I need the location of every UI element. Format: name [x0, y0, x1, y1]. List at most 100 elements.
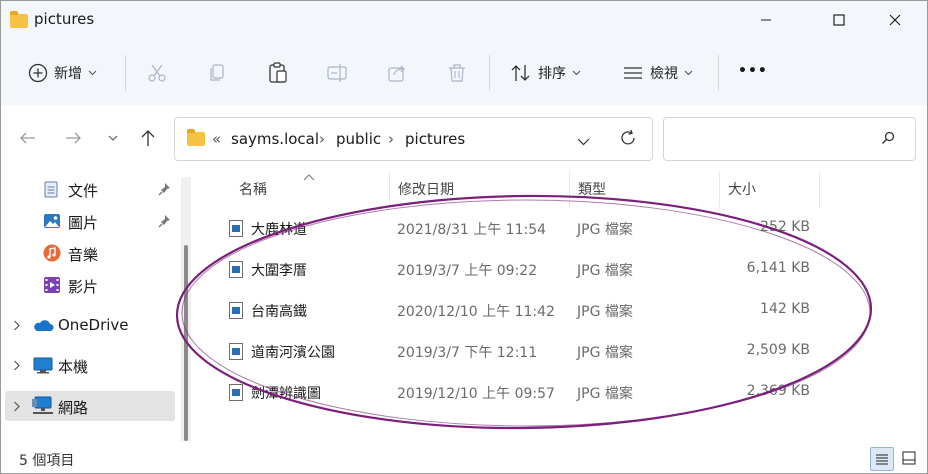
maximize-icon [833, 14, 845, 26]
sidebar-item-documents[interactable]: 文件 [31, 174, 181, 204]
maximize-button[interactable] [816, 1, 862, 39]
refresh-button[interactable] [619, 129, 637, 151]
back-arrow-icon [20, 132, 35, 144]
this-pc-icon [33, 357, 53, 374]
up-arrow-icon [141, 130, 155, 146]
breadcrumb-pictures[interactable]: pictures [405, 130, 465, 148]
rename-button[interactable] [327, 63, 349, 87]
column-header-modified[interactable]: 修改日期 [398, 179, 454, 199]
up-button[interactable] [136, 126, 160, 150]
sidebar-item-music[interactable]: 音樂 [31, 238, 181, 268]
column-header-size[interactable]: 大小 [728, 179, 756, 199]
tiles-view-button[interactable] [898, 447, 920, 469]
chevron-right-icon[interactable] [13, 360, 21, 371]
back-button[interactable] [16, 126, 40, 150]
search-icon[interactable] [881, 131, 895, 149]
copy-button[interactable] [207, 63, 227, 87]
share-button[interactable] [387, 63, 407, 87]
file-name: 道南河濱公園 [251, 345, 335, 361]
sidebar-item-pictures[interactable]: 圖片 [31, 206, 181, 236]
file-name: 大圍李厝 [251, 263, 307, 279]
details-view-icon [876, 454, 888, 465]
sidebar-item-label: 音樂 [68, 246, 99, 264]
close-icon [889, 14, 901, 26]
file-row[interactable]: 大圍李厝 2019/3/7 上午 09:22 JPG 檔案 6,141 KB [217, 249, 827, 290]
refresh-icon [621, 129, 635, 145]
sidebar-item-onedrive[interactable]: OneDrive [5, 310, 180, 340]
file-row[interactable]: 大鹿林道 2021/8/31 上午 11:54 JPG 檔案 252 KB [217, 208, 827, 249]
sidebar-scrollbar-thumb[interactable] [184, 245, 188, 441]
new-icon [28, 63, 48, 83]
share-icon [388, 65, 405, 82]
breadcrumb-sayms-local[interactable]: sayms.local [231, 130, 319, 148]
item-count: 5 個項目 [19, 453, 75, 469]
view-label: 檢視 [650, 66, 678, 82]
file-name: 大鹿林道 [251, 222, 307, 238]
cut-button[interactable] [147, 63, 167, 87]
jpg-file-icon [229, 384, 243, 401]
videos-icon [44, 277, 60, 293]
file-type: JPG 檔案 [577, 386, 633, 402]
file-name: 台南高鐵 [251, 304, 307, 320]
jpg-file-icon [229, 302, 243, 319]
column-divider[interactable] [569, 171, 570, 207]
documents-icon [44, 181, 58, 198]
minimize-button[interactable] [743, 1, 789, 39]
search-input[interactable] [672, 126, 876, 152]
view-button[interactable]: 檢視 [622, 63, 693, 83]
new-button[interactable]: 新增 [28, 63, 97, 83]
delete-icon [449, 64, 465, 82]
column-header-name[interactable]: 名稱 [239, 179, 267, 199]
close-button[interactable] [872, 1, 918, 39]
file-type: JPG 檔案 [577, 345, 633, 361]
delete-button[interactable] [447, 63, 467, 87]
chevron-right-icon[interactable] [13, 320, 21, 331]
title-bar[interactable]: pictures [1, 1, 927, 39]
rename-icon [327, 64, 347, 82]
sidebar-item-this-pc[interactable]: 本機 [5, 350, 180, 380]
file-modified: 2019/3/7 下午 12:11 [397, 345, 538, 361]
tiles-view-icon [902, 451, 916, 465]
toolbar-separator [489, 55, 490, 91]
toolbar-separator [718, 55, 719, 91]
sidebar-item-videos[interactable]: 影片 [31, 270, 181, 300]
sidebar-item-label: 本機 [58, 358, 89, 376]
jpg-file-icon [229, 343, 243, 360]
forward-button[interactable] [61, 126, 85, 150]
paste-icon [269, 62, 287, 83]
forward-arrow-icon [66, 132, 81, 144]
onedrive-icon [34, 320, 54, 331]
chevron-right-icon[interactable] [13, 401, 21, 412]
pin-icon[interactable] [158, 182, 172, 196]
sidebar-item-network[interactable]: 網路 [5, 391, 175, 421]
file-row[interactable]: 道南河濱公園 2019/3/7 下午 12:11 JPG 檔案 2,509 KB [217, 331, 827, 372]
address-dropdown-button[interactable] [577, 134, 590, 150]
search-box[interactable] [663, 117, 916, 161]
column-divider[interactable] [819, 171, 820, 207]
file-modified: 2021/8/31 上午 11:54 [397, 222, 547, 238]
column-divider[interactable] [389, 171, 390, 207]
overflow-chevron-icon[interactable]: « [212, 130, 221, 148]
toolbar-separator [125, 55, 126, 91]
chevron-down-icon [88, 70, 97, 76]
chevron-down-icon [577, 138, 590, 146]
details-view-button[interactable] [870, 447, 894, 471]
sort-button[interactable]: 排序 [510, 63, 581, 83]
breadcrumb-public[interactable]: public [336, 130, 381, 148]
address-bar[interactable]: « sayms.local › public › pictures [174, 117, 653, 161]
column-header-type[interactable]: 類型 [578, 179, 606, 199]
recent-locations-button[interactable] [101, 126, 125, 150]
column-divider[interactable] [719, 171, 720, 207]
file-size: 142 KB [760, 301, 810, 317]
music-icon [43, 244, 61, 262]
breadcrumb-separator-icon: › [388, 130, 394, 148]
file-row[interactable]: 劍潭辨識圖 2019/12/10 上午 09:57 JPG 檔案 2,369 K… [217, 372, 827, 413]
view-icon [624, 67, 642, 79]
sidebar-item-label: 文件 [68, 182, 99, 200]
file-type: JPG 檔案 [577, 304, 633, 320]
pin-icon[interactable] [158, 214, 172, 228]
file-row[interactable]: 台南高鐵 2020/12/10 上午 11:42 JPG 檔案 142 KB [217, 290, 827, 331]
more-options-icon[interactable]: ••• [738, 63, 768, 79]
file-size: 6,141 KB [746, 260, 810, 276]
paste-button[interactable] [267, 62, 289, 88]
